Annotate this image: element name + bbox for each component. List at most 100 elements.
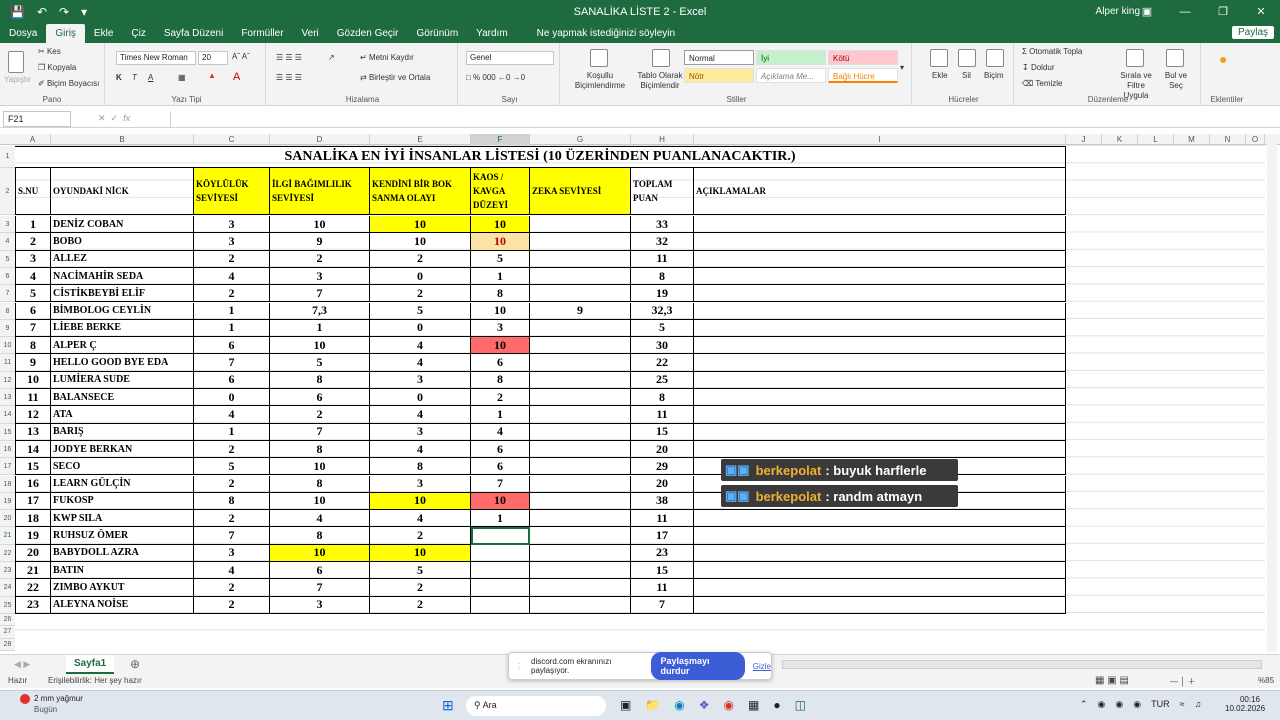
obs-icon[interactable]: ● — [773, 698, 780, 712]
score-cell[interactable]: 6 — [471, 458, 530, 476]
sheet-nav-icon[interactable]: ◀ ▶ — [14, 659, 30, 670]
score-cell[interactable]: 11 — [15, 389, 51, 407]
insert-cells-icon[interactable] — [930, 49, 948, 67]
score-cell[interactable]: 3 — [270, 596, 370, 614]
tab-0[interactable]: Dosya — [0, 24, 46, 43]
tab-1[interactable]: Giriş — [46, 24, 85, 43]
sheet-tab-sayfa1[interactable]: Sayfa1 — [66, 655, 115, 674]
stop-sharing-button[interactable]: Paylaşmayı durdur — [650, 652, 745, 680]
score-cell[interactable]: 0 — [370, 389, 471, 407]
score-cell[interactable] — [530, 562, 631, 580]
score-cell[interactable]: 1 — [194, 319, 270, 338]
score-cell[interactable]: 6 — [270, 562, 370, 580]
score-cell[interactable]: 2 — [194, 510, 270, 528]
score-cell[interactable] — [694, 389, 1066, 407]
score-cell[interactable]: 18 — [15, 510, 51, 528]
column-title[interactable]: TOPLAM PUAN — [631, 168, 694, 215]
volume-icon[interactable]: ♫ — [1195, 699, 1202, 710]
row-header[interactable]: 13 — [0, 389, 15, 407]
wifi-icon[interactable]: ≈ — [1180, 699, 1185, 710]
excel-icon[interactable]: ◫ — [795, 698, 806, 712]
style-normal[interactable]: Normal — [684, 50, 754, 65]
score-cell[interactable] — [530, 579, 631, 597]
tab-5[interactable]: Formüller — [232, 24, 292, 43]
score-cell[interactable]: 10 — [471, 302, 530, 320]
score-cell[interactable] — [530, 216, 631, 234]
score-cell[interactable] — [694, 319, 1066, 338]
row-header[interactable]: 1 — [0, 146, 15, 168]
score-cell[interactable]: 7 — [194, 527, 270, 545]
score-cell[interactable]: 5 — [370, 302, 471, 320]
hide-link[interactable]: Gizle — [753, 662, 771, 671]
explorer-icon[interactable]: 📁 — [645, 698, 660, 712]
score-cell[interactable]: 11 — [631, 579, 694, 597]
language-indicator[interactable]: TUR — [1151, 699, 1170, 710]
score-cell[interactable]: 2 — [370, 596, 471, 614]
score-cell[interactable] — [694, 250, 1066, 268]
score-cell[interactable]: 3 — [194, 216, 270, 234]
orientation-icon[interactable]: ↗ — [328, 53, 335, 62]
nick-cell[interactable]: LEARN GÜLÇİN — [51, 475, 194, 493]
score-cell[interactable]: 20 — [15, 544, 51, 562]
sort-filter-icon[interactable] — [1126, 49, 1144, 67]
score-cell[interactable]: 3 — [370, 475, 471, 493]
insert-cells-button[interactable]: Ekle — [932, 71, 948, 80]
row-header[interactable]: 7 — [0, 285, 15, 303]
score-cell[interactable]: 1 — [194, 423, 270, 441]
taskbar-search[interactable]: ⚲ Ara — [466, 696, 606, 716]
style-bad[interactable]: Kötü — [828, 50, 898, 65]
font-name-select[interactable]: Times New Roman — [116, 51, 196, 65]
score-cell[interactable]: 4 — [370, 354, 471, 372]
redo-icon[interactable]: ↷ — [59, 5, 69, 19]
autosum-button[interactable]: Σ Otomatik Topla — [1022, 47, 1082, 56]
column-title[interactable]: OYUNDAKİ NİCK — [51, 168, 194, 215]
score-cell[interactable]: 7 — [270, 423, 370, 441]
close-icon[interactable]: ✕ — [1242, 0, 1280, 24]
score-cell[interactable]: 8 — [370, 458, 471, 476]
nick-cell[interactable]: ATA — [51, 406, 194, 424]
row-header[interactable]: 4 — [0, 233, 15, 251]
accessibility-status[interactable]: Erişilebilirlik: Her şey hazır — [48, 676, 142, 685]
score-cell[interactable]: 23 — [15, 596, 51, 614]
column-title[interactable]: KENDİNİ BİR BOK SANMA OLAYI — [370, 168, 471, 215]
column-title[interactable]: KÖYLÜLÜK SEVİYESİ — [194, 168, 270, 215]
score-cell[interactable]: 2 — [194, 440, 270, 459]
column-header[interactable]: C — [194, 134, 270, 145]
score-cell[interactable] — [530, 423, 631, 441]
row-header[interactable]: 14 — [0, 406, 15, 424]
addins-icon[interactable]: ● — [1219, 51, 1227, 67]
horizontal-scrollbar[interactable] — [782, 660, 1262, 669]
border-icon[interactable]: ▦ — [178, 73, 186, 82]
column-title[interactable]: AÇIKLAMALAR — [694, 168, 1066, 215]
style-linked[interactable]: Bağlı Hücre — [828, 68, 898, 83]
sheet-title[interactable]: SANALİKA EN İYİ İNSANLAR LİSTESİ (10 ÜZE… — [15, 146, 1066, 168]
nick-cell[interactable]: CİSTİKBEYBİ ELİF — [51, 285, 194, 303]
score-cell[interactable]: 13 — [15, 423, 51, 441]
row-header[interactable]: 11 — [0, 354, 15, 372]
score-cell[interactable] — [694, 354, 1066, 372]
score-cell[interactable]: 4 — [15, 267, 51, 286]
nick-cell[interactable]: ALPER Ç — [51, 337, 194, 355]
column-title[interactable]: KAOS / KAVGA DÜZEYİ — [471, 168, 530, 215]
score-cell[interactable] — [471, 544, 530, 562]
score-cell[interactable] — [530, 389, 631, 407]
score-cell[interactable]: 11 — [631, 250, 694, 268]
score-cell[interactable]: 19 — [15, 527, 51, 545]
score-cell[interactable] — [694, 527, 1066, 545]
currency-icon[interactable]: □ % 000 ←0 →0 — [466, 73, 525, 82]
score-cell[interactable]: 10 — [15, 371, 51, 389]
cut-button[interactable]: ✂ Kes — [38, 47, 61, 56]
score-cell[interactable] — [530, 510, 631, 528]
score-cell[interactable]: 2 — [194, 475, 270, 493]
tray-app-icon[interactable]: ◉ — [1098, 699, 1106, 710]
score-cell[interactable] — [530, 544, 631, 562]
score-cell[interactable]: 15 — [631, 562, 694, 580]
score-cell[interactable] — [694, 302, 1066, 320]
score-cell[interactable]: 3 — [194, 233, 270, 251]
tray-app3-icon[interactable]: ◉ — [1133, 699, 1141, 710]
row-header[interactable]: 24 — [0, 579, 15, 597]
row-header[interactable]: 9 — [0, 319, 15, 338]
score-cell[interactable]: 2 — [194, 596, 270, 614]
score-cell[interactable]: 22 — [15, 579, 51, 597]
score-cell[interactable]: 10 — [471, 233, 530, 251]
